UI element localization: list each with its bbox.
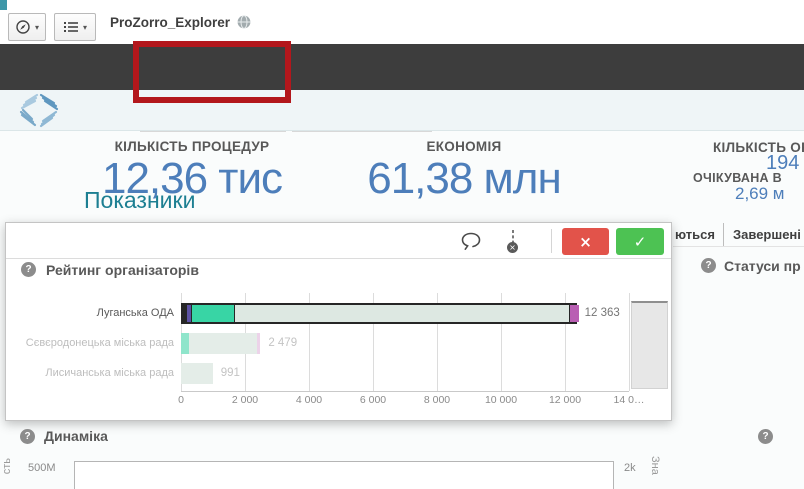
selections-bar: ↶ ↷ × Головний орган Луганська ОДА × Рег… [0, 44, 804, 90]
dynamics-right-axis-label: Зна [649, 456, 661, 475]
x-tick-label: 8 000 [424, 394, 450, 406]
help-icon[interactable]: ? [20, 429, 35, 444]
x-tick-label: 0 [178, 394, 184, 406]
sheets-menu-button[interactable]: ▾ [54, 13, 96, 41]
app-window: ▾ ▾ ProZorro_Explorer ↶ ↷ × Головний орг… [0, 0, 804, 489]
help-icon[interactable]: ? [701, 258, 716, 273]
kpi-expected-value: 2,69 м [735, 184, 785, 204]
bar-segment[interactable] [192, 305, 235, 322]
dynamics-right-tick: 2k [624, 462, 636, 474]
x-tick-label: 12 000 [549, 394, 581, 406]
kpi-value: 12,36 тис [102, 154, 282, 204]
bar-value-label: 12 363 [585, 307, 620, 319]
kpi-label: ЕКОНОМІЯ [367, 139, 561, 154]
bar-segment[interactable] [570, 305, 578, 322]
kpi-savings: ЕКОНОМІЯ 61,38 млн [367, 139, 561, 204]
bar-segment[interactable] [181, 333, 189, 354]
chevron-down-icon: ▾ [35, 23, 39, 32]
kpi-label: КІЛЬКІСТЬ ПРОЦЕДУР [102, 139, 282, 154]
statuses-panel-title: Статуси пр [724, 258, 801, 274]
dynamics-y-tick: 500M [28, 462, 56, 474]
prozorro-logo [12, 91, 66, 134]
x-tick-label: 4 000 [296, 394, 322, 406]
kpi-value: 61,38 млн [367, 154, 561, 204]
top-bar: ▾ ▾ ProZorro_Explorer [0, 0, 804, 44]
bar-segment[interactable] [181, 363, 213, 384]
x-gridline [629, 293, 630, 391]
bar[interactable] [181, 303, 577, 324]
bar[interactable] [181, 363, 213, 384]
bar-value-label: 991 [221, 367, 240, 379]
bar-value-label: 2 479 [268, 337, 297, 349]
bar[interactable] [181, 333, 260, 354]
bar-category-label[interactable]: Луганська ОДА [6, 307, 174, 319]
compass-icon [15, 19, 31, 35]
bar-segment[interactable] [235, 305, 570, 322]
bar-chart: 0 2 000 4 000 6 000 8 000 10 000 12 000 14 0… Лу… [6, 223, 671, 420]
kpi-procedures: КІЛЬКІСТЬ ПРОЦЕДУР 12,36 тис [102, 139, 282, 204]
bar-segment[interactable] [257, 333, 260, 354]
dynamics-chart-area[interactable] [74, 461, 614, 489]
container-tabs: ються Завершені [673, 222, 804, 247]
globe-icon[interactable] [237, 15, 251, 29]
selection-popup: × × ✓ ? Рейтинг організаторів 02 0004 00… [5, 222, 672, 421]
app-title: ProZorro_Explorer [110, 15, 230, 30]
bar-category-label[interactable]: Сєвєродонецька міська рада [6, 337, 174, 349]
dynamics-y-axis-label: сть [1, 458, 13, 474]
help-icon[interactable]: ? [758, 429, 773, 444]
x-tick-label: 10 000 [485, 394, 517, 406]
highlight-annotation [133, 41, 291, 103]
chart-scrollbar[interactable] [631, 301, 668, 389]
tab-in-progress[interactable]: ються [675, 222, 715, 247]
x-tick-label: 14 0… [614, 394, 645, 406]
bar-category-label[interactable]: Лисичанська міська рада [6, 367, 174, 379]
x-tick-label: 2 000 [232, 394, 258, 406]
x-tick-label: 6 000 [360, 394, 386, 406]
x-axis-line [181, 391, 629, 392]
chevron-down-icon: ▾ [83, 23, 87, 32]
tab-completed[interactable]: Завершені [733, 222, 801, 247]
bar-segment[interactable] [189, 333, 257, 354]
corner-accent [0, 0, 7, 10]
sheet-header: Показники [0, 90, 804, 131]
navigation-menu-button[interactable]: ▾ [8, 13, 46, 41]
dynamics-title: Динаміка [44, 428, 108, 444]
tab-divider [723, 223, 724, 246]
list-icon [63, 20, 79, 34]
kpi-expected-label: ОЧІКУВАНА В [693, 171, 782, 185]
